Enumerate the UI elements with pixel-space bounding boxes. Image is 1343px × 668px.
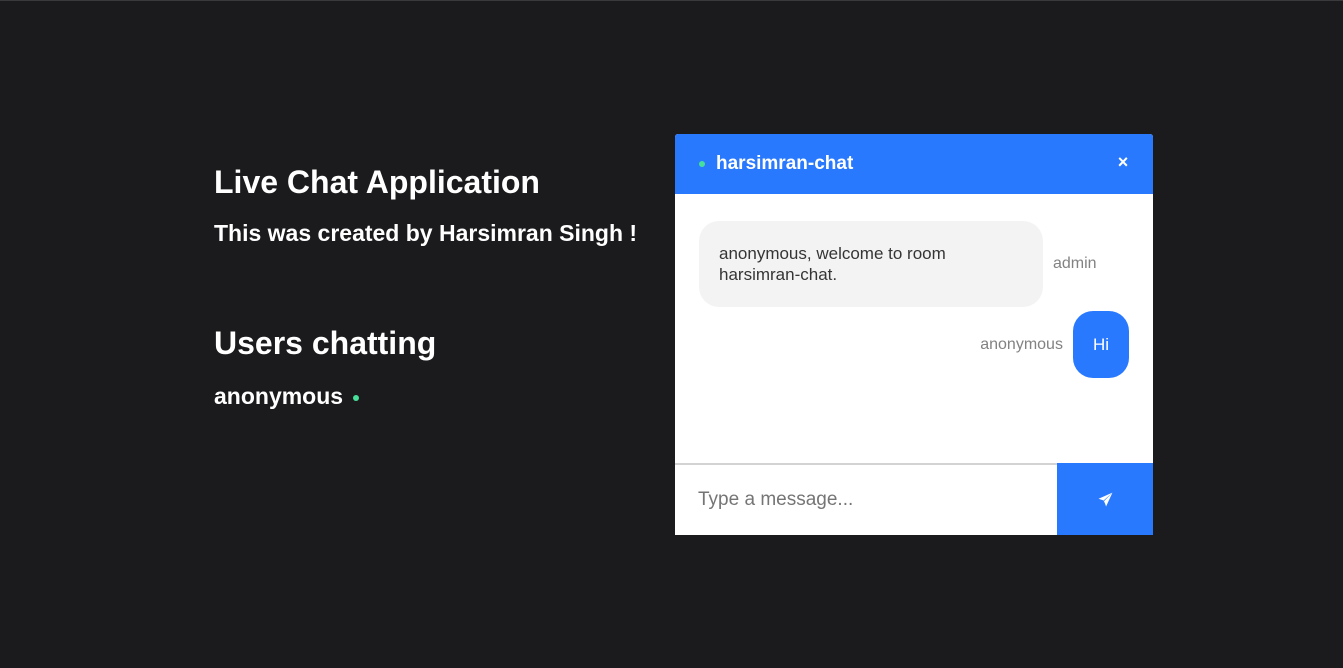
user-name: anonymous — [214, 383, 344, 409]
message-list: anonymous, welcome to room harsimran-cha… — [675, 194, 1153, 464]
message-bubble: anonymous, welcome to room harsimran-cha… — [699, 221, 1043, 307]
app-credit: This was created by Harsimran Singh ! — [214, 220, 638, 246]
message-sender: anonymous — [980, 335, 1063, 353]
online-dot-icon — [699, 161, 705, 167]
send-button[interactable] — [1057, 463, 1153, 535]
message-input[interactable] — [675, 465, 1057, 535]
chat-header: harsimran-chat × — [675, 134, 1153, 194]
message-item: anonymous Hi — [980, 311, 1129, 378]
app-title: Live Chat Application — [214, 164, 540, 200]
message-sender: admin — [1053, 255, 1097, 272]
chat-window: harsimran-chat × anonymous, welcome to r… — [675, 134, 1153, 535]
users-heading: Users chatting — [214, 325, 437, 361]
user-list-item: anonymous — [214, 383, 360, 410]
top-divider — [0, 0, 1343, 1]
room-name: harsimran-chat — [716, 153, 854, 174]
paper-plane-icon — [1098, 492, 1112, 506]
online-dot-icon — [353, 394, 360, 401]
message-composer — [675, 463, 1153, 535]
message-bubble: Hi — [1072, 311, 1129, 378]
message-item: anonymous, welcome to room harsimran-cha… — [699, 221, 1097, 307]
close-icon[interactable]: × — [1115, 152, 1131, 172]
